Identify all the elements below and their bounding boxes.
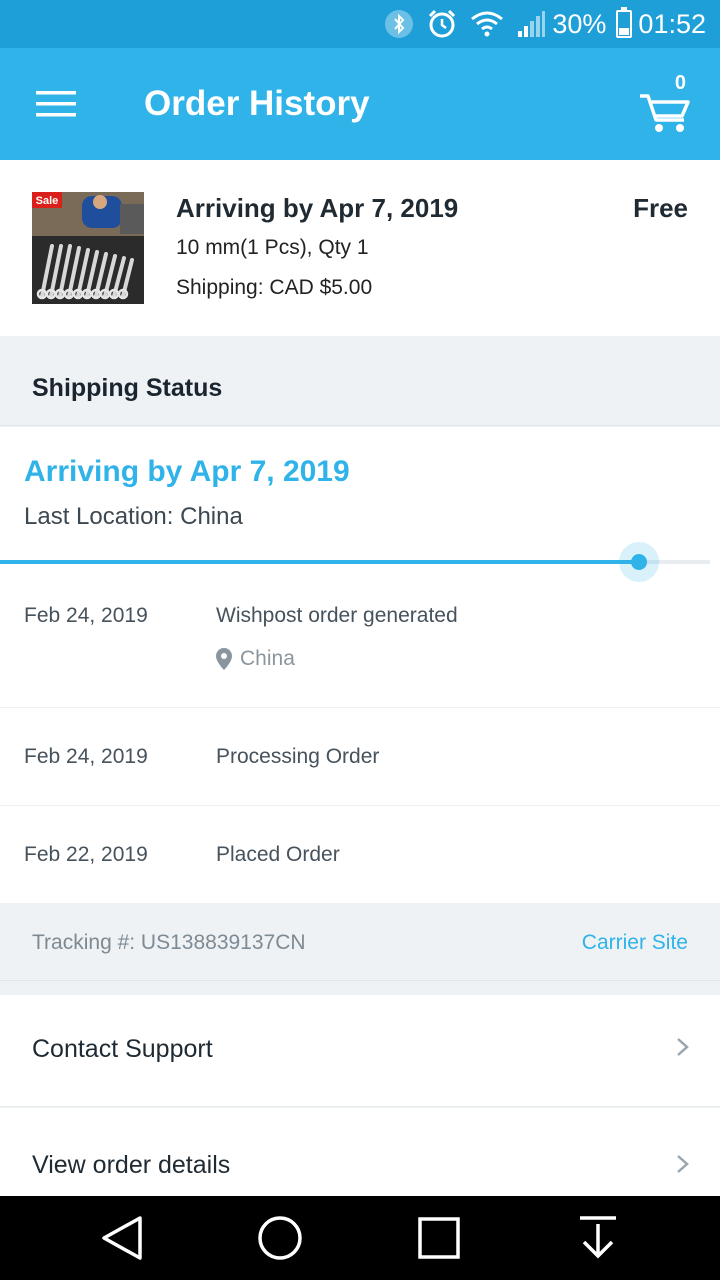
cart-count: 0 xyxy=(674,72,686,94)
page-title: Order History xyxy=(144,84,370,123)
battery-icon xyxy=(616,7,633,38)
bluetooth-icon xyxy=(384,9,414,39)
tracking-event: Feb 24, 2019 Wishpost order generated Ch… xyxy=(0,567,720,708)
location-pin-icon xyxy=(216,648,232,670)
contact-support-row[interactable]: Contact Support xyxy=(0,995,720,1107)
event-date: Feb 24, 2019 xyxy=(24,604,148,627)
system-nav-bar xyxy=(0,1196,720,1280)
event-date: Feb 24, 2019 xyxy=(24,745,148,768)
back-icon xyxy=(102,1216,142,1260)
app-bar: Order History 0 xyxy=(0,48,720,160)
order-arrival-title: Arriving by Apr 7, 2019 xyxy=(176,193,459,223)
product-image: Sale xyxy=(32,192,144,304)
tracking-number-row: Tracking #: US138839137CN Carrier Site xyxy=(0,903,720,981)
order-price: Free xyxy=(633,193,688,223)
recents-button[interactable] xyxy=(411,1210,467,1266)
menu-button[interactable] xyxy=(0,48,112,160)
status-bar: 30% 01:52 xyxy=(0,0,720,48)
shipping-progress-bar xyxy=(0,542,710,582)
home-button[interactable] xyxy=(252,1210,308,1266)
cart-button[interactable]: 0 xyxy=(636,72,700,138)
event-date: Feb 22, 2019 xyxy=(24,843,148,866)
signal-icon xyxy=(516,9,546,39)
event-description: Wishpost order generated xyxy=(216,604,458,627)
arrival-date: Arriving by Apr 7, 2019 xyxy=(24,455,350,488)
progress-fill xyxy=(0,560,639,564)
view-order-details-label: View order details xyxy=(32,1151,231,1179)
back-button[interactable] xyxy=(94,1210,150,1266)
event-description: Processing Order xyxy=(216,745,380,768)
order-shipping: Shipping: CAD $5.00 xyxy=(176,276,373,299)
event-location-text: China xyxy=(240,647,295,670)
contact-support-label: Contact Support xyxy=(32,1035,213,1063)
download-button[interactable] xyxy=(570,1210,626,1266)
download-icon xyxy=(580,1216,616,1259)
sale-badge: Sale xyxy=(36,195,59,207)
chevron-right-icon xyxy=(677,1155,689,1173)
event-description: Placed Order xyxy=(216,843,340,866)
section-title: Shipping Status xyxy=(32,374,223,402)
tracking-number: Tracking #: US138839137CN xyxy=(32,931,306,954)
tracking-event: Feb 22, 2019 Placed Order xyxy=(0,806,720,903)
cart-icon xyxy=(640,94,690,132)
tracking-panel: Arriving by Apr 7, 2019 Last Location: C… xyxy=(0,427,720,903)
shipping-status-header: Shipping Status xyxy=(0,336,720,426)
home-icon xyxy=(258,1216,302,1260)
order-summary[interactable]: Sale Arriving by Apr 7, 2019 Free 10 mm(… xyxy=(0,160,720,336)
wifi-icon xyxy=(470,10,504,38)
order-variant: 10 mm(1 Pcs), Qty 1 xyxy=(176,236,369,259)
last-location: Last Location: China xyxy=(24,503,243,530)
carrier-site-link[interactable]: Carrier Site xyxy=(582,931,688,955)
recents-icon xyxy=(418,1217,460,1259)
alarm-icon xyxy=(426,8,458,40)
menu-icon xyxy=(36,91,76,117)
chevron-right-icon xyxy=(677,1038,689,1056)
tracking-event: Feb 24, 2019 Processing Order xyxy=(0,708,720,806)
battery-percent: 30% xyxy=(552,8,607,39)
clock: 01:52 xyxy=(638,8,706,39)
event-location: China xyxy=(216,647,295,671)
